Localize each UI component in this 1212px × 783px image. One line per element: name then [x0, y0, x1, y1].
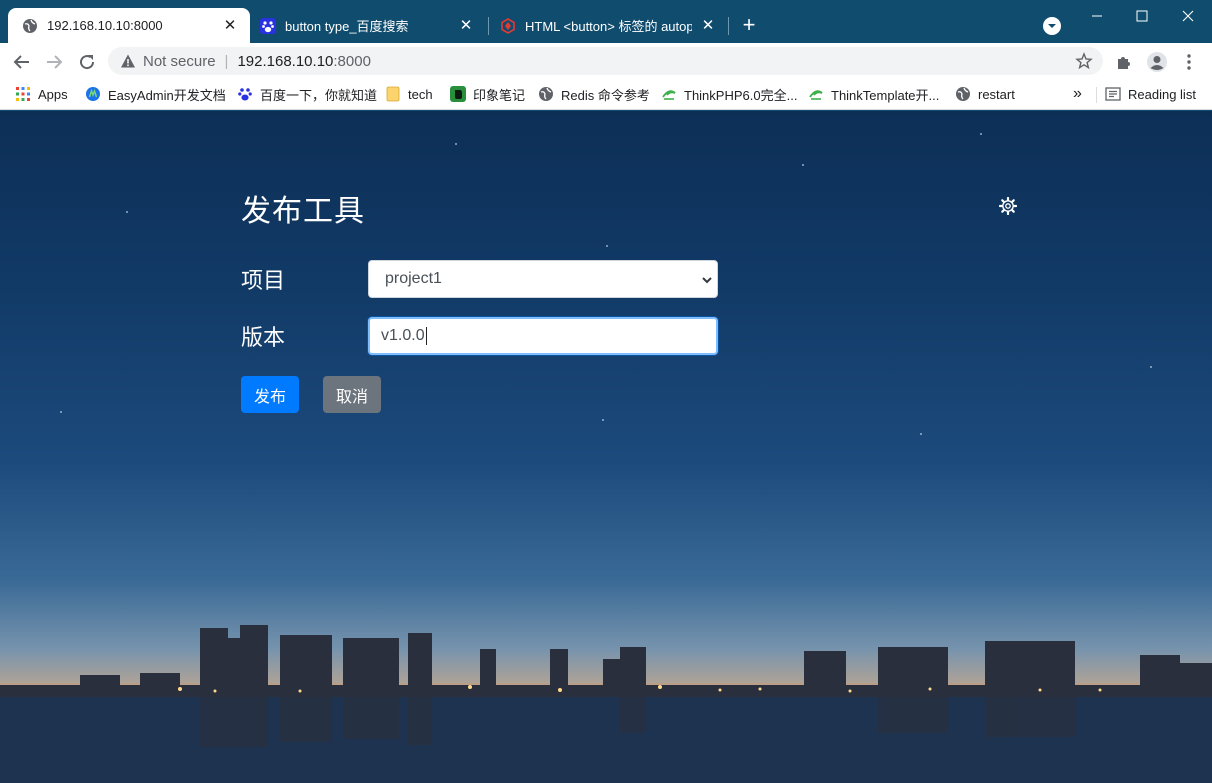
url-port: :8000	[333, 52, 371, 70]
divider: |	[224, 52, 229, 70]
baidu-paw-icon	[237, 86, 253, 102]
bookmark-thinkphp[interactable]: ThinkPHP6.0完全...	[661, 85, 797, 103]
close-icon[interactable]: ✕	[700, 18, 716, 34]
globe-icon	[538, 86, 554, 102]
city-skyline-image	[0, 625, 1212, 783]
tab-baidu[interactable]: button type_百度搜索 ✕	[246, 8, 486, 43]
back-icon[interactable]	[8, 48, 36, 76]
security-label: Not secure	[143, 52, 216, 70]
bookmark-label: Apps	[38, 86, 68, 102]
tab-separator	[728, 17, 729, 35]
project-label: 项目	[241, 269, 286, 294]
tab-strip: 192.168.10.10:8000 ✕ button type_百度搜索 ✕ …	[0, 0, 1212, 43]
bookmark-label: restart	[978, 86, 1015, 102]
reading-list-icon	[1105, 86, 1121, 102]
bookmark-label: 印象笔记	[473, 87, 526, 103]
window-close-icon[interactable]	[1165, 0, 1211, 32]
bookmarks-bar: Apps EasyAdmin开发文档 百度一下，你就知道 tech 印象笔记 R…	[0, 79, 1212, 110]
tab-title: 192.168.10.10:8000	[47, 18, 163, 33]
page-content: 发布工具 项目 project1 版本 v1.0.0 发布 取消	[0, 111, 1212, 783]
folder-icon	[385, 86, 401, 102]
reading-list-button[interactable]: Reading list	[1105, 85, 1196, 103]
bookmark-label: EasyAdmin开发文档	[108, 87, 226, 103]
tab-title: HTML <button> 标签的 autopl	[525, 19, 692, 34]
version-label: 版本	[241, 326, 286, 351]
address-bar[interactable]: Not secure | 192.168.10.10:8000	[108, 47, 1103, 75]
bookmarks-overflow-icon[interactable]: »	[1073, 85, 1082, 103]
bookmark-label: Redis 命令参考	[561, 87, 650, 103]
tab-search-icon[interactable]	[1043, 17, 1061, 35]
close-icon[interactable]: ✕	[458, 18, 474, 34]
tab-active[interactable]: 192.168.10.10:8000 ✕	[8, 8, 250, 43]
tab-title: button type_百度搜索	[285, 19, 409, 34]
globe-icon	[22, 18, 38, 34]
cancel-button[interactable]: 取消	[323, 376, 381, 413]
minimize-icon[interactable]	[1074, 0, 1120, 32]
bookmark-label: ThinkPHP6.0完全...	[684, 87, 798, 103]
apps-grid-icon	[15, 86, 31, 102]
evernote-icon	[450, 86, 466, 102]
globe-icon	[955, 86, 971, 102]
thinkphp-icon	[661, 86, 677, 102]
bookmark-label: ThinkTemplate开...	[831, 87, 940, 103]
forward-icon[interactable]	[40, 48, 68, 76]
bookmark-label: Reading list	[1128, 86, 1196, 102]
baidu-paw-icon	[260, 17, 276, 34]
bookmark-thinktemplate[interactable]: ThinkTemplate开...	[808, 85, 939, 103]
publish-button[interactable]: 发布	[241, 376, 299, 413]
bookmark-tech-folder[interactable]: tech	[385, 85, 433, 103]
warning-icon[interactable]	[120, 53, 136, 69]
bookmark-restart[interactable]: restart	[955, 85, 1015, 103]
bookmark-label: 百度一下，你就知道	[260, 87, 378, 103]
version-input[interactable]: v1.0.0	[368, 317, 718, 355]
bookmark-apps[interactable]: Apps	[15, 85, 68, 103]
browser-toolbar: Not secure | 192.168.10.10:8000	[0, 43, 1212, 79]
url-host: 192.168.10.10	[237, 52, 334, 70]
reload-icon[interactable]	[73, 48, 101, 76]
version-input-value: v1.0.0	[381, 327, 425, 344]
w3-logo-icon	[500, 17, 516, 34]
tab-w3school[interactable]: HTML <button> 标签的 autopl ✕	[486, 8, 728, 43]
easyadmin-icon	[85, 86, 101, 102]
thinkphp-icon	[808, 86, 824, 102]
bookmark-label: tech	[408, 86, 433, 102]
chevron-down-icon	[701, 273, 713, 285]
project-select[interactable]: project1	[368, 260, 718, 298]
maximize-icon[interactable]	[1119, 0, 1165, 32]
bookmark-redis[interactable]: Redis 命令参考	[538, 85, 650, 103]
extensions-icon[interactable]	[1110, 48, 1138, 76]
divider	[1096, 87, 1097, 103]
bookmark-baidu[interactable]: 百度一下，你就知道	[237, 85, 377, 103]
text-caret	[425, 327, 427, 345]
profile-avatar-icon[interactable]	[1143, 48, 1171, 76]
gear-icon[interactable]	[998, 196, 1018, 216]
close-icon[interactable]: ✕	[222, 18, 238, 34]
bookmark-easyadmin[interactable]: EasyAdmin开发文档	[85, 85, 226, 103]
page-title: 发布工具	[241, 194, 365, 229]
menu-kebab-icon[interactable]	[1175, 48, 1203, 76]
new-tab-icon[interactable]: +	[737, 14, 761, 38]
project-select-value: project1	[385, 270, 442, 287]
bookmark-evernote[interactable]: 印象笔记	[450, 85, 525, 103]
star-icon[interactable]	[1075, 52, 1093, 70]
